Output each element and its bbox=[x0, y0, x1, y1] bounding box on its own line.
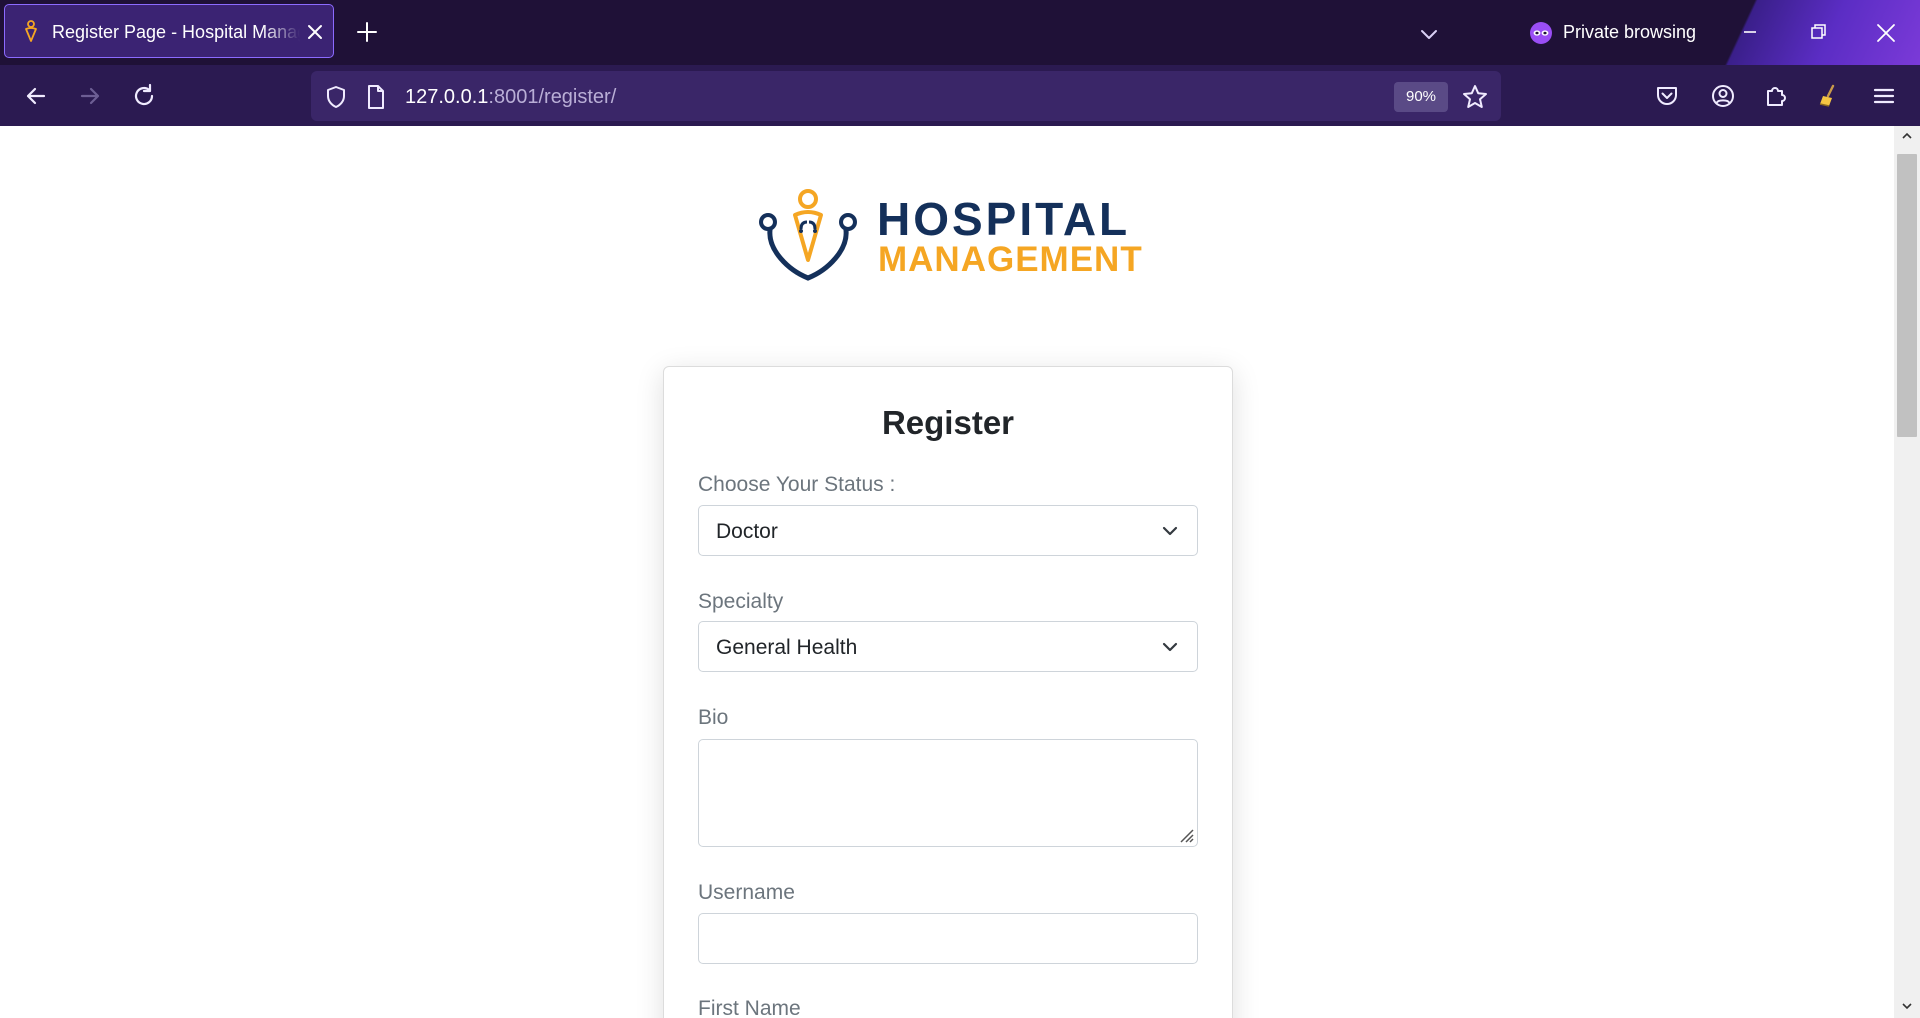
browser-tab-active[interactable]: Register Page - Hospital Management bbox=[4, 4, 334, 58]
private-mask-icon bbox=[1530, 22, 1552, 44]
reload-icon[interactable] bbox=[130, 82, 158, 110]
scroll-down-arrow-icon[interactable] bbox=[1901, 1000, 1913, 1012]
private-browsing-label: Private browsing bbox=[1563, 22, 1697, 42]
register-form-card: Register Choose Your Status : Doctor Spe… bbox=[663, 366, 1233, 1018]
pocket-icon[interactable] bbox=[1653, 82, 1681, 110]
status-label: Choose Your Status : bbox=[698, 473, 896, 496]
scrollbar-thumb[interactable] bbox=[1897, 154, 1917, 437]
url-path: :8001/register/ bbox=[488, 86, 617, 108]
window-close-icon[interactable] bbox=[1873, 20, 1899, 46]
bookmark-star-icon[interactable] bbox=[1461, 83, 1489, 111]
chevron-down-icon[interactable] bbox=[1417, 22, 1441, 46]
account-icon[interactable] bbox=[1709, 82, 1737, 110]
page-scrollbar[interactable] bbox=[1894, 126, 1920, 1018]
url-text[interactable]: 127.0.0.1:8001/register/ bbox=[405, 84, 616, 110]
logo-text-primary: HOSPITAL bbox=[877, 193, 1131, 245]
tracking-protection-shield-icon[interactable] bbox=[323, 84, 349, 110]
scroll-up-arrow-icon[interactable] bbox=[1901, 130, 1913, 142]
hospital-logo-icon bbox=[759, 189, 857, 281]
resize-grip-icon[interactable] bbox=[1175, 824, 1195, 844]
hamburger-menu-icon[interactable] bbox=[1870, 82, 1898, 110]
logo-text-secondary: MANAGEMENT bbox=[878, 240, 1143, 279]
status-select[interactable]: Doctor bbox=[698, 505, 1198, 556]
chevron-down-icon bbox=[1162, 526, 1178, 536]
forward-arrow-icon bbox=[80, 87, 100, 105]
restore-icon[interactable] bbox=[1806, 20, 1830, 44]
navigation-toolbar: 127.0.0.1:8001/register/ 90% bbox=[0, 65, 1920, 126]
back-arrow-icon[interactable] bbox=[22, 82, 50, 110]
tab-title: Register Page - Hospital Management bbox=[52, 22, 300, 42]
zoom-level-button[interactable]: 90% bbox=[1394, 82, 1448, 112]
bio-textarea[interactable] bbox=[698, 739, 1198, 847]
username-label: Username bbox=[698, 881, 795, 904]
address-bar[interactable]: 127.0.0.1:8001/register/ 90% bbox=[311, 71, 1501, 121]
minimize-icon[interactable] bbox=[1738, 20, 1762, 44]
hospital-favicon-icon bbox=[25, 20, 37, 42]
extensions-puzzle-icon[interactable] bbox=[1762, 82, 1790, 110]
close-icon[interactable] bbox=[305, 22, 325, 42]
plus-icon[interactable] bbox=[355, 20, 379, 44]
specialty-label: Specialty bbox=[698, 590, 784, 613]
status-select-value: Doctor bbox=[716, 520, 778, 543]
form-title: Register bbox=[881, 404, 1015, 441]
first-name-label: First Name bbox=[698, 997, 801, 1018]
specialty-select[interactable]: General Health bbox=[698, 621, 1198, 672]
extension-broom-icon[interactable] bbox=[1815, 82, 1843, 110]
bio-label: Bio bbox=[698, 706, 729, 729]
chevron-down-icon bbox=[1162, 642, 1178, 652]
url-host: 127.0.0.1 bbox=[405, 86, 489, 108]
page-info-icon[interactable] bbox=[365, 84, 387, 110]
specialty-select-value: General Health bbox=[716, 636, 858, 659]
page-viewport: HOSPITAL MANAGEMENT Register Choose Your… bbox=[0, 126, 1894, 1018]
tab-bar: Register Page - Hospital Management Priv… bbox=[0, 0, 1920, 65]
username-input[interactable] bbox=[698, 913, 1198, 964]
